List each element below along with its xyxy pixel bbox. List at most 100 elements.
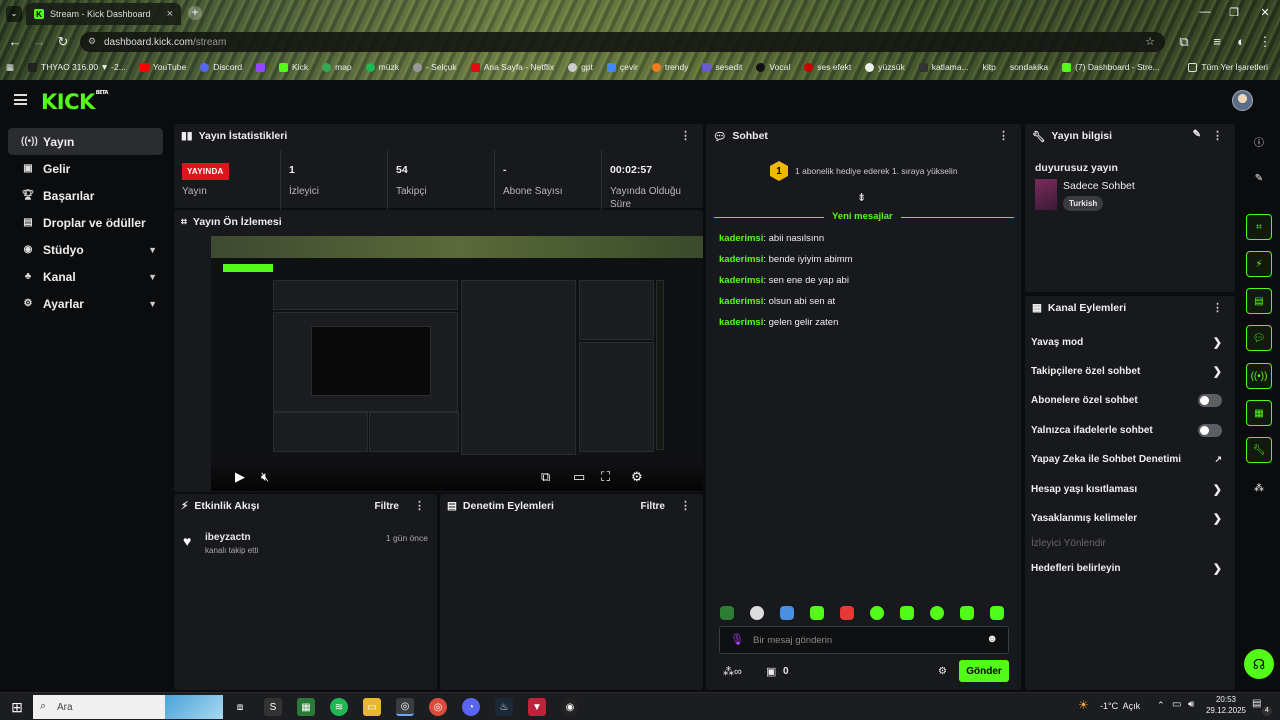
spotify-icon[interactable]: ≋: [330, 698, 348, 716]
emote-icon[interactable]: [840, 606, 854, 620]
edit-icon[interactable]: ✎: [1193, 129, 1201, 140]
info-icon[interactable]: ⓘ: [1246, 128, 1272, 154]
emote-icon[interactable]: [750, 606, 764, 620]
add-widget-icon[interactable]: ⁂: [1246, 475, 1272, 501]
bookmark-item[interactable]: Discord: [200, 62, 242, 72]
bookmark-item[interactable]: gpt: [568, 62, 593, 72]
more-options-icon[interactable]: ⋮: [680, 129, 691, 142]
bookmark-item[interactable]: (7) Dashboard - Stre...: [1062, 62, 1160, 72]
theater-icon[interactable]: ▭: [573, 469, 585, 485]
minimize-icon[interactable]: —: [1190, 6, 1220, 18]
app-icon[interactable]: S: [264, 698, 282, 716]
restore-icon[interactable]: ❐: [1219, 6, 1249, 19]
sidebar-item-basarilar[interactable]: 🏆︎ Başarılar: [8, 182, 163, 209]
extensions-icon[interactable]: ⧉: [1175, 34, 1193, 50]
apps-grid-icon[interactable]: ▦: [6, 62, 14, 73]
menu-icon[interactable]: [14, 94, 27, 105]
tray-arrow-icon[interactable]: ⌃: [1157, 700, 1165, 711]
pip-icon[interactable]: ⧉: [541, 469, 550, 485]
reload-icon[interactable]: ↻: [54, 34, 72, 50]
filter-button[interactable]: Filtre: [375, 501, 399, 512]
close-window-icon[interactable]: ✕: [1250, 6, 1280, 19]
emote-icon[interactable]: [870, 606, 884, 620]
emote-only-toggle[interactable]: [1198, 424, 1222, 437]
emote-icon[interactable]: [900, 606, 914, 620]
scroll-down-icon[interactable]: ⇟: [857, 191, 866, 204]
clock-time[interactable]: 20:53: [1211, 695, 1241, 704]
play-icon[interactable]: ▶: [235, 469, 245, 485]
back-icon[interactable]: ←: [6, 34, 24, 49]
chat-toggle-icon[interactable]: 💬︎: [1246, 325, 1272, 351]
bookmark-item[interactable]: sesedit: [702, 62, 742, 72]
emoji-icon[interactable]: ☻: [986, 633, 998, 645]
settings-icon[interactable]: ⚙: [631, 469, 643, 485]
weather-text[interactable]: -1°C Açık: [1100, 701, 1140, 711]
bookmark-item[interactable]: ses efekt: [804, 62, 851, 72]
bookmark-item[interactable]: çevir: [606, 62, 638, 72]
bookmark-item[interactable]: katlama...: [918, 62, 969, 72]
event-user[interactable]: ibeyzactn: [205, 532, 251, 543]
filter-button[interactable]: Filtre: [641, 501, 665, 512]
wrench-toggle-icon[interactable]: 🔧︎: [1246, 437, 1272, 463]
video-player[interactable]: ▶ 🔇︎ ⧉ ▭ ⛶ ⚙: [211, 236, 703, 491]
chat-username[interactable]: kaderimsi: [719, 254, 763, 265]
gift-banner[interactable]: 1 1 abonelik hediye ederek 1. sıraya yük…: [770, 160, 990, 182]
bookmark-star-icon[interactable]: ☆: [1145, 35, 1155, 48]
action-banned-words[interactable]: Yasaklanmış kelimeler ❯: [1031, 505, 1228, 532]
bookmark-item[interactable]: müzk: [365, 62, 399, 72]
forward-icon[interactable]: →: [30, 34, 48, 49]
bookmark-item[interactable]: Ana Sayfa - Netflix: [470, 62, 554, 72]
bookmark-item[interactable]: yüzsük: [865, 62, 905, 72]
tab-search-icon[interactable]: ⌄: [6, 6, 22, 22]
more-options-icon[interactable]: ⋮: [998, 129, 1009, 142]
emote-icon[interactable]: [930, 606, 944, 620]
send-button[interactable]: Gönder: [959, 660, 1009, 682]
chat-username[interactable]: kaderimsi: [719, 317, 763, 328]
sidebar-item-studyo[interactable]: ◉ Stüdyo ▼: [8, 236, 163, 263]
bookmark-item[interactable]: THYAO 316.00 ▼ -2...: [28, 62, 126, 72]
profile-icon[interactable]: ◐: [1232, 34, 1250, 49]
action-follower-chat[interactable]: Takipçilere özel sohbet ❯: [1031, 358, 1228, 385]
volume-icon[interactable]: 🔊︎: [1188, 699, 1194, 710]
support-headset-icon[interactable]: ☊: [1244, 649, 1274, 679]
bookmark-item[interactable]: YouTube: [139, 62, 186, 72]
chat-username[interactable]: kaderimsi: [719, 233, 763, 244]
action-account-age[interactable]: Hesap yaşı kısıtlaması ❯: [1031, 476, 1228, 503]
chat-input[interactable]: 🎙︎ Bir mesaj gönderin ☻: [719, 626, 1009, 654]
emote-icon[interactable]: [780, 606, 794, 620]
moderation-toggle-icon[interactable]: ▤: [1246, 288, 1272, 314]
sidebar-item-yayin[interactable]: ((•)) Yayın: [8, 128, 163, 155]
broadcast-toggle-icon[interactable]: ((•)): [1246, 363, 1272, 389]
more-options-icon[interactable]: ⋮: [1212, 129, 1223, 142]
address-bar[interactable]: ⚙ dashboard.kick.com/stream ☆: [80, 32, 1165, 52]
new-tab-icon[interactable]: +: [188, 6, 202, 20]
more-options-icon[interactable]: ⋮: [680, 499, 691, 512]
task-view-icon[interactable]: ⧈: [231, 698, 249, 716]
emote-icon[interactable]: [810, 606, 824, 620]
more-options-icon[interactable]: ⋮: [1212, 301, 1223, 314]
category-thumbnail[interactable]: [1035, 179, 1057, 210]
close-tab-icon[interactable]: ×: [167, 8, 173, 20]
emote-icon[interactable]: [960, 606, 974, 620]
action-ai-moderation[interactable]: Yapay Zeka ile Sohbet Denetimi ↗: [1031, 446, 1228, 473]
chat-username[interactable]: kaderimsi: [719, 296, 763, 307]
action-set-goals[interactable]: Hedefleri belirleyin ❯: [1031, 555, 1228, 582]
subscriber-chat-toggle[interactable]: [1198, 394, 1222, 407]
taskbar-search[interactable]: ⌕ Ara: [33, 695, 223, 719]
mute-icon[interactable]: 🔇︎: [261, 469, 269, 485]
store-icon[interactable]: ▦: [297, 698, 315, 716]
avatar[interactable]: [1232, 90, 1253, 111]
reading-list-icon[interactable]: ≡: [1208, 34, 1226, 49]
bookmark-item[interactable]: map: [322, 62, 352, 72]
preview-toggle-icon[interactable]: ⌗: [1246, 214, 1272, 240]
bookmark-item[interactable]: - Selçuk: [412, 62, 457, 72]
bookmark-item[interactable]: trendy: [651, 62, 688, 72]
bookmark-item[interactable]: [256, 62, 266, 72]
steam-icon[interactable]: ♨: [495, 698, 513, 716]
discord-icon[interactable]: ◔: [462, 698, 480, 716]
emote-icon[interactable]: [990, 606, 1004, 620]
clock-date[interactable]: 29.12.2025: [1203, 706, 1249, 715]
channel-points-icon[interactable]: ⁂∞: [723, 665, 742, 678]
chrome-profile-icon[interactable]: ◎: [429, 698, 447, 716]
chat-username[interactable]: kaderimsi: [719, 275, 763, 286]
